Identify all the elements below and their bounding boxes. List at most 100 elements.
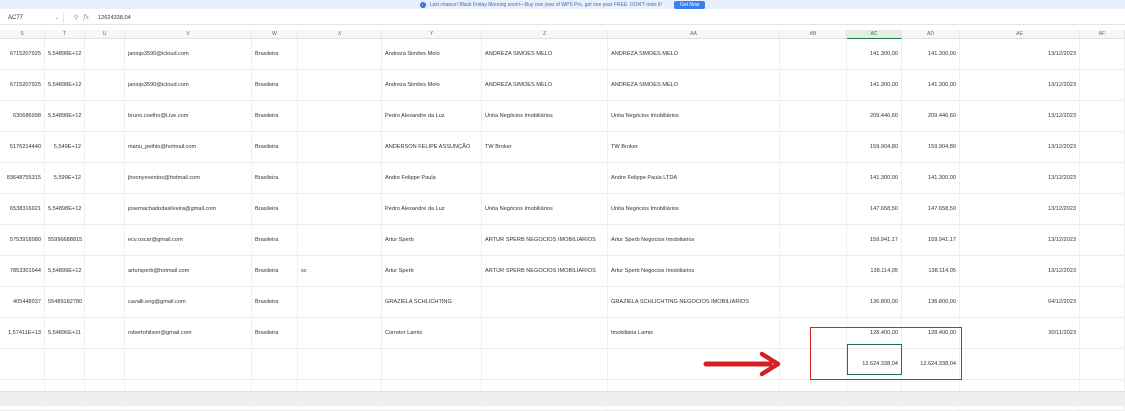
cell-af[interactable]: [1080, 256, 1125, 287]
cell-af[interactable]: [1080, 163, 1125, 194]
cell-u[interactable]: [85, 318, 125, 349]
cell-w[interactable]: Brasileira: [252, 163, 298, 194]
column-header-w[interactable]: W: [252, 30, 298, 39]
cell-ad[interactable]: 141.300,00: [902, 163, 960, 194]
cell-z[interactable]: [482, 318, 608, 349]
cell-y[interactable]: Andreza Simões Melo: [382, 39, 482, 70]
cell-s[interactable]: 6715207925: [0, 39, 45, 70]
cell-ae[interactable]: [960, 349, 1080, 380]
cell-s[interactable]: 7853301944: [0, 256, 45, 287]
cell-t[interactable]: 5,599E+12: [45, 163, 85, 194]
cell-u[interactable]: [85, 256, 125, 287]
cell-af[interactable]: [1080, 225, 1125, 256]
cell-s[interactable]: 1,57411E+13: [0, 318, 45, 349]
cell-w[interactable]: Brasileira: [252, 70, 298, 101]
cell-x[interactable]: [298, 132, 382, 163]
cell-aa[interactable]: Artur Sperb Negocios Imobiliarios: [608, 256, 780, 287]
column-header-aa[interactable]: AA: [608, 30, 780, 39]
cell-ab[interactable]: [780, 39, 847, 70]
cell-x[interactable]: [298, 39, 382, 70]
column-header-x[interactable]: X: [298, 30, 382, 39]
cell-u[interactable]: [85, 349, 125, 380]
cell-z[interactable]: [482, 163, 608, 194]
column-header-ad[interactable]: AD: [902, 30, 960, 39]
cell-ae[interactable]: 04/12/2023: [960, 287, 1080, 318]
cell-v[interactable]: [125, 349, 252, 380]
cell-t[interactable]: 55489182780: [45, 287, 85, 318]
cell-af[interactable]: [1080, 132, 1125, 163]
cell-aa[interactable]: ANDREZA SIMOES MELO: [608, 39, 780, 70]
cell-t[interactable]: 5,54899E+12: [45, 256, 85, 287]
cell-u[interactable]: [85, 39, 125, 70]
cell-ad[interactable]: 141.300,00: [902, 39, 960, 70]
cell-ae[interactable]: 13/12/2023: [960, 39, 1080, 70]
cell-ac[interactable]: 141.300,00: [847, 163, 902, 194]
cell-ac[interactable]: 147.658,50: [847, 194, 902, 225]
cell-v[interactable]: robertohilson@gmail.com: [125, 318, 252, 349]
cell-ac[interactable]: 136.800,00: [847, 287, 902, 318]
cell-y[interactable]: GRAZIELA SCHLICHTING: [382, 287, 482, 318]
cell-x[interactable]: sc: [298, 256, 382, 287]
cell-w[interactable]: Brasileira: [252, 101, 298, 132]
cell-ad[interactable]: 209.446,60: [902, 101, 960, 132]
cell-w[interactable]: Brasileira: [252, 318, 298, 349]
cell-v[interactable]: artursperb@hotmail.com: [125, 256, 252, 287]
cell-y[interactable]: [382, 349, 482, 380]
cell-v[interactable]: josemachadodasilveira@gmail.com: [125, 194, 252, 225]
cell-s[interactable]: 405448937: [0, 287, 45, 318]
cell-s[interactable]: 630686998: [0, 101, 45, 132]
cell-v[interactable]: janiojs3590@icloud.com: [125, 70, 252, 101]
cell-ac[interactable]: 159.941,17: [847, 225, 902, 256]
cell-ad[interactable]: 141.300,00: [902, 70, 960, 101]
cell-ab[interactable]: [780, 256, 847, 287]
cell-t[interactable]: 5,54898E+12: [45, 101, 85, 132]
get-now-button[interactable]: Get Now: [673, 0, 706, 9]
cell-ad[interactable]: 136.800,00: [902, 287, 960, 318]
column-header-t[interactable]: T: [45, 30, 85, 39]
column-header-v[interactable]: V: [125, 30, 252, 39]
cell-ad[interactable]: 159.904,80: [902, 132, 960, 163]
column-header-s[interactable]: S: [0, 30, 45, 39]
cell-af[interactable]: [1080, 287, 1125, 318]
cell-y[interactable]: Pedro Alexandre da Luz: [382, 101, 482, 132]
cell-ab[interactable]: [780, 101, 847, 132]
cell-z[interactable]: Unita Negócios Imobiliários: [482, 194, 608, 225]
cell-ae[interactable]: 13/12/2023: [960, 132, 1080, 163]
cell-y[interactable]: Andre Felippe Paula: [382, 163, 482, 194]
cell-aa[interactable]: Artur Sperb Negocios Imobiliarios: [608, 225, 780, 256]
cell-af[interactable]: [1080, 39, 1125, 70]
cell-ae[interactable]: 13/12/2023: [960, 101, 1080, 132]
cell-ae[interactable]: 13/12/2023: [960, 256, 1080, 287]
column-header-z[interactable]: Z: [482, 30, 608, 39]
cell-aa[interactable]: Unita Negócios Imobiliários: [608, 194, 780, 225]
cell-s[interactable]: 6715207925: [0, 70, 45, 101]
cell-x[interactable]: [298, 349, 382, 380]
cell-aa[interactable]: ANDREZA SIMOES MELO: [608, 70, 780, 101]
cell-y[interactable]: Pedro Alexandre da Luz: [382, 194, 482, 225]
cell-t[interactable]: 5,549E+12: [45, 132, 85, 163]
column-header-af[interactable]: AF: [1080, 30, 1125, 39]
cell-ac[interactable]: 138.114,05: [847, 256, 902, 287]
cell-af[interactable]: [1080, 349, 1125, 380]
cell-v[interactable]: janiojs3590@icloud.com: [125, 39, 252, 70]
cell-ad[interactable]: 147.658,50: [902, 194, 960, 225]
cell-t[interactable]: 5,54898E+12: [45, 194, 85, 225]
cell-aa[interactable]: GRAZIELA SCHLICHTING NEGOCIOS IMOBILIARI…: [608, 287, 780, 318]
cell-u[interactable]: [85, 287, 125, 318]
cell-z[interactable]: ANDREZA SIMOES MELO: [482, 70, 608, 101]
cell-t[interactable]: 5,54898E+12: [45, 70, 85, 101]
cell-aa[interactable]: TW Broker: [608, 132, 780, 163]
cell-ab[interactable]: [780, 163, 847, 194]
cell-af[interactable]: [1080, 70, 1125, 101]
cell-y[interactable]: Corretor Lamis: [382, 318, 482, 349]
cell-s[interactable]: 5176214440: [0, 132, 45, 163]
cell-ac[interactable]: 209.446,60: [847, 101, 902, 132]
cell-u[interactable]: [85, 101, 125, 132]
cell-ac[interactable]: 159.904,80: [847, 132, 902, 163]
cell-z[interactable]: ARTUR SPERB NEGOCIOS IMOBILIARIOS: [482, 256, 608, 287]
column-header-ab[interactable]: AB: [780, 30, 847, 39]
cell-ae[interactable]: 13/12/2023: [960, 70, 1080, 101]
cell-s[interactable]: 5753918980: [0, 225, 45, 256]
cell-w[interactable]: Brasileira: [252, 132, 298, 163]
cell-y[interactable]: Artur Sperb: [382, 256, 482, 287]
